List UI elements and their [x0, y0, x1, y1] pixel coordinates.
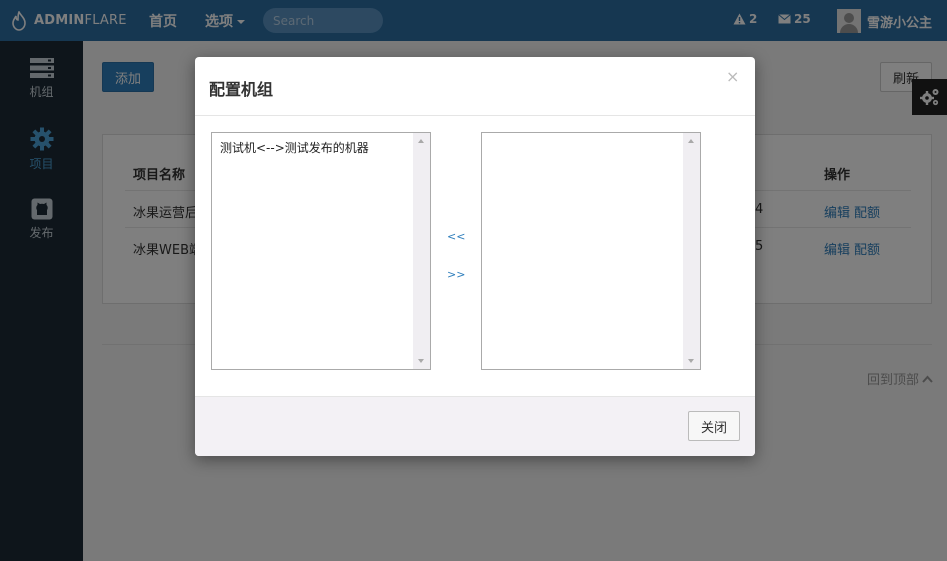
configure-server-group-dialog: 配置机组 × 测试机<-->测试发布的机器 << >> 关闭 — [195, 57, 755, 456]
scroll-up-icon[interactable] — [688, 139, 694, 143]
available-servers-listbox[interactable]: 测试机<-->测试发布的机器 — [211, 132, 431, 370]
modal-header: 配置机组 × — [195, 57, 755, 116]
move-right-button[interactable]: >> — [447, 268, 465, 281]
scrollbar[interactable] — [683, 133, 700, 369]
scroll-up-icon[interactable] — [418, 139, 424, 143]
scrollbar[interactable] — [413, 133, 430, 369]
close-icon[interactable]: × — [726, 67, 739, 86]
selected-servers-listbox[interactable] — [481, 132, 701, 370]
modal-footer: 关闭 — [195, 396, 755, 456]
scroll-down-icon[interactable] — [688, 359, 694, 363]
list-item[interactable]: 测试机<-->测试发布的机器 — [220, 139, 369, 156]
scroll-down-icon[interactable] — [418, 359, 424, 363]
move-left-button[interactable]: << — [447, 230, 465, 243]
close-button[interactable]: 关闭 — [688, 411, 740, 441]
modal-title: 配置机组 — [209, 80, 274, 99]
